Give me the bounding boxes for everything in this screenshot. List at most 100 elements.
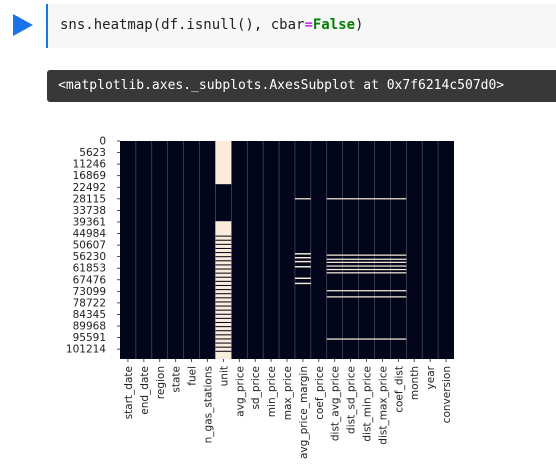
null-cell-avg_price_margin — [294, 277, 311, 279]
null-cell-coef_dist — [390, 254, 407, 256]
null-cell-unit — [215, 343, 232, 347]
x-tick-label-coef_price: coef_price — [314, 366, 326, 420]
null-cell-unit — [215, 273, 232, 277]
null-cell-coef_dist — [390, 272, 407, 274]
null-cell-dist_max_price — [374, 265, 391, 267]
missing-values-heatmap: 0562311246168692249228115337383936144984… — [66, 136, 454, 459]
null-cell-unit — [215, 298, 232, 302]
null-cell-coef_dist — [390, 290, 407, 292]
null-cell-avg_price_margin — [294, 266, 311, 268]
null-cell-dist_avg_price — [326, 338, 343, 340]
null-cell-unit — [215, 339, 232, 343]
null-cell-unit — [215, 302, 232, 306]
null-cell-dist_max_price — [374, 198, 391, 200]
null-cell-unit — [215, 248, 232, 253]
y-tick-label: 39361 — [73, 216, 106, 228]
null-cell-coef_dist — [390, 265, 407, 267]
run-cell-button[interactable] — [12, 14, 34, 36]
output-text: <matplotlib.axes._subplots.AxesSubplot a… — [58, 78, 505, 93]
code-editor-line[interactable]: sns.heatmap(df.isnull(), cbar=False) — [60, 17, 363, 33]
y-tick-label: 73099 — [73, 286, 106, 298]
x-tick-label-fuel: fuel — [187, 366, 199, 386]
null-cell-dist_max_price — [374, 296, 391, 298]
null-cell-dist_sd_price — [342, 198, 359, 200]
null-cell-dist_sd_price — [342, 265, 359, 267]
x-tick-label-state: state — [171, 366, 183, 393]
null-cell-unit — [215, 269, 232, 273]
heatmap-background — [120, 141, 454, 359]
x-tick-label-min_price: min_price — [266, 366, 278, 417]
null-cell-dist_min_price — [358, 254, 375, 256]
null-cell-dist_max_price — [374, 268, 391, 271]
null-cell-unit — [215, 351, 232, 359]
x-tick-label-region: region — [155, 366, 167, 399]
null-cell-dist_sd_price — [342, 338, 359, 340]
null-cell-dist_sd_price — [342, 272, 359, 274]
null-cell-dist_avg_price — [326, 265, 343, 267]
null-cell-unit — [215, 310, 232, 314]
null-cell-unit — [215, 323, 232, 327]
null-cell-dist_max_price — [374, 272, 391, 274]
null-cell-dist_min_price — [358, 296, 375, 298]
null-cell-unit — [215, 285, 232, 290]
x-tick-label-month: month — [409, 366, 421, 400]
null-cell-unit — [215, 253, 232, 257]
null-cell-unit — [215, 244, 232, 248]
null-cell-dist_min_price — [358, 290, 375, 292]
y-tick-label: 22492 — [73, 182, 106, 194]
null-cell-unit — [215, 327, 232, 331]
y-tick-label: 44984 — [73, 228, 107, 240]
y-tick-label: 61853 — [73, 263, 106, 275]
null-cell-dist_min_price — [358, 261, 375, 263]
null-cell-unit — [215, 236, 232, 240]
null-cell-coef_dist — [390, 258, 407, 260]
null-cell-dist_max_price — [374, 258, 391, 260]
null-cell-unit — [215, 221, 232, 236]
null-cell-dist_min_price — [358, 265, 375, 267]
null-cell-coef_dist — [390, 198, 407, 200]
null-cell-dist_avg_price — [326, 268, 343, 271]
null-cell-dist_max_price — [374, 254, 391, 256]
null-cell-avg_price_margin — [294, 256, 311, 259]
null-cell-unit — [215, 331, 232, 335]
x-tick-label-avg_price_margin: avg_price_margin — [298, 366, 310, 459]
null-cell-unit — [215, 335, 232, 339]
null-cell-unit — [215, 261, 232, 265]
null-cell-unit — [215, 141, 232, 185]
null-cell-unit — [215, 281, 232, 285]
null-cell-dist_sd_price — [342, 268, 359, 271]
x-tick-label-dist_min_price: dist_min_price — [362, 366, 374, 442]
y-tick-label: 11246 — [73, 159, 107, 171]
x-tick-label-coef_dist: coef_dist — [393, 366, 405, 413]
null-cell-dist_min_price — [358, 198, 375, 200]
x-tick-label-dist_avg_price: dist_avg_price — [330, 366, 342, 441]
y-tick-label: 33738 — [73, 205, 106, 217]
null-cell-dist_max_price — [374, 338, 391, 340]
null-cell-unit — [215, 318, 232, 322]
x-tick-label-year: year — [425, 365, 437, 389]
null-cell-dist_sd_price — [342, 290, 359, 292]
y-tick-label: 16869 — [73, 170, 106, 182]
y-tick-label: 5623 — [79, 147, 106, 159]
code-cell[interactable]: sns.heatmap(df.isnull(), cbar=False) — [48, 4, 556, 48]
null-cell-unit — [215, 265, 232, 269]
code-closing-paren: ) — [355, 17, 364, 33]
x-tick-label-dist_max_price: dist_max_price — [377, 366, 389, 445]
play-icon — [13, 14, 33, 36]
x-tick-label-avg_price: avg_price — [234, 366, 246, 417]
x-tick-label-conversion: conversion — [441, 366, 453, 423]
null-cell-avg_price_margin — [294, 253, 311, 255]
y-tick-label: 56230 — [73, 251, 106, 263]
null-cell-dist_avg_price — [326, 254, 343, 256]
null-cell-dist_sd_price — [342, 254, 359, 256]
null-cell-coef_dist — [390, 261, 407, 263]
null-cell-avg_price_margin — [294, 282, 311, 285]
null-cell-avg_price_margin — [294, 198, 311, 200]
null-cell-coef_dist — [390, 338, 407, 340]
null-cell-dist_avg_price — [326, 272, 343, 274]
x-tick-label-dist_sd_price: dist_sd_price — [346, 366, 358, 434]
null-cell-avg_price_margin — [294, 260, 311, 263]
y-tick-label: 67476 — [73, 274, 107, 286]
y-tick-label: 28115 — [73, 193, 106, 205]
code-text: sns.heatmap(df.isnull(), cbar — [60, 17, 305, 33]
